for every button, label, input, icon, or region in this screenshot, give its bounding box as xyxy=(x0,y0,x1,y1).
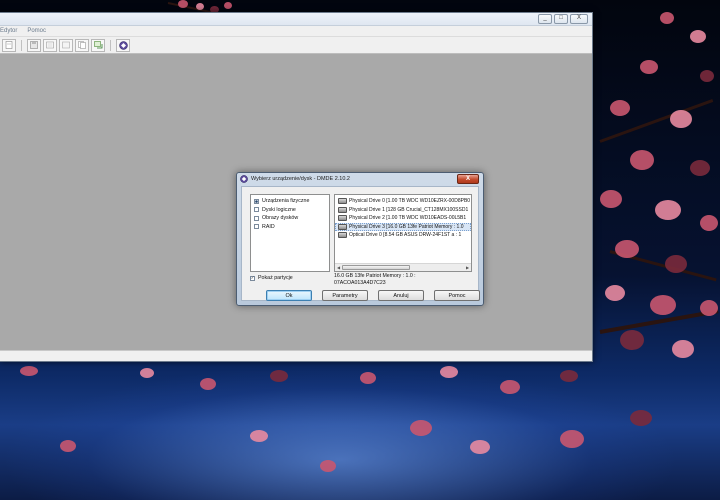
hard-drive-icon xyxy=(338,198,347,205)
drive-item-selected[interactable]: Physical Drive 3 [16.0 GB 13fe Patriot M… xyxy=(335,222,471,231)
file-icon[interactable] xyxy=(2,38,16,52)
scroll-track[interactable] xyxy=(342,265,464,270)
scroll-thumb[interactable] xyxy=(342,265,410,270)
dialog-title: Wybierz urządzenie/dysk - DMDE 2.10.2 xyxy=(251,176,350,182)
drive-label: Physical Drive 1 [128 GB Crucial_CT128MX… xyxy=(349,206,469,213)
category-logical-disks[interactable]: Dyski logiczne xyxy=(251,206,329,215)
radio-icon[interactable] xyxy=(254,215,259,221)
drive-label: Physical Drive 2 [1.00 TB WDC WD10EADS-0… xyxy=(349,215,467,222)
category-label: Dyski logiczne xyxy=(262,206,296,213)
radio-icon[interactable] xyxy=(254,207,259,213)
usb-drive-icon xyxy=(338,223,347,230)
close-window-button[interactable]: X xyxy=(570,14,588,24)
drive-label: Physical Drive 3 [16.0 GB 13fe Patriot M… xyxy=(349,223,464,230)
show-partitions-label: Pokaż partycje xyxy=(258,275,293,281)
cancel-button[interactable]: Anuluj xyxy=(378,290,424,301)
hard-drive-icon xyxy=(338,206,347,213)
toolbar-separator xyxy=(21,39,22,51)
app-titlebar: _ □ X xyxy=(0,13,592,26)
horizontal-scrollbar[interactable]: ◀ ▶ xyxy=(335,263,471,271)
menu-edytor[interactable]: Edytor xyxy=(0,28,17,34)
statusbar xyxy=(0,350,592,361)
category-label: Obrazy dysków xyxy=(262,215,299,222)
toolbar xyxy=(0,37,592,54)
help-button[interactable]: Pomoc xyxy=(434,290,480,301)
hard-drive-icon xyxy=(338,215,347,222)
selected-drive-info: 16.0 GB 13fe Patriot Memory : 1.0 : 07AC… xyxy=(334,273,474,287)
category-label: Urządzenia fizyczne xyxy=(262,198,310,205)
optical-drive-icon xyxy=(338,232,347,239)
list-icon[interactable] xyxy=(59,38,73,52)
dmde-app-icon xyxy=(240,175,248,183)
selected-drive-info-line1: 16.0 GB 13fe Patriot Memory : 1.0 : xyxy=(334,273,416,279)
selected-drive-info-line2: 07ACOA013A4D7C23 xyxy=(334,280,386,286)
refresh-icon[interactable] xyxy=(91,38,105,52)
scroll-right-icon[interactable]: ▶ xyxy=(464,265,471,271)
radio-icon[interactable] xyxy=(254,224,259,230)
select-device-dialog: Wybierz urządzenie/dysk - DMDE 2.10.2 X … xyxy=(236,172,484,306)
parameters-button[interactable]: Parametry xyxy=(322,290,368,301)
disk-icon[interactable] xyxy=(27,38,41,52)
ok-button[interactable]: Ok xyxy=(266,290,312,301)
copy-icon[interactable] xyxy=(75,38,89,52)
category-raid[interactable]: RAID xyxy=(251,223,329,232)
menubar: Edytor Pomoc xyxy=(0,26,592,37)
dialog-body: Urządzenia fizyczne Dyski logiczne Obraz… xyxy=(241,186,480,301)
drive-item[interactable]: Physical Drive 0 [1.00 TB WDC WD10EZRX-0… xyxy=(335,197,471,206)
show-partitions-checkbox[interactable]: ✓ xyxy=(250,275,255,281)
menu-pomoc[interactable]: Pomoc xyxy=(27,28,46,34)
category-physical-devices[interactable]: Urządzenia fizyczne xyxy=(251,197,329,206)
drive-label: Physical Drive 0 [1.00 TB WDC WD10EZRX-0… xyxy=(349,198,471,205)
drive-item[interactable]: Physical Drive 2 [1.00 TB WDC WD10EADS-0… xyxy=(335,214,471,223)
edit-icon[interactable] xyxy=(43,38,57,52)
minimize-button[interactable]: _ xyxy=(538,14,552,24)
drive-list: Physical Drive 0 [1.00 TB WDC WD10EZRX-0… xyxy=(334,194,472,272)
radio-icon[interactable] xyxy=(254,198,259,204)
window-controls: _ □ X xyxy=(538,14,588,24)
drive-item[interactable]: Optical Drive 0 [8.54 GB ASUS DRW-24F1ST… xyxy=(335,231,471,240)
category-label: RAID xyxy=(262,223,275,230)
scroll-left-icon[interactable]: ◀ xyxy=(335,265,342,271)
drive-item[interactable]: Physical Drive 1 [128 GB Crucial_CT128MX… xyxy=(335,206,471,215)
maximize-button[interactable]: □ xyxy=(554,14,568,24)
drive-label: Optical Drive 0 [8.54 GB ASUS DRW-24F1ST… xyxy=(349,232,462,239)
device-category-list: Urządzenia fizyczne Dyski logiczne Obraz… xyxy=(250,194,330,272)
category-disk-images[interactable]: Obrazy dysków xyxy=(251,214,329,223)
dialog-buttons: Ok Parametry Anuluj Pomoc xyxy=(266,290,480,301)
toolbar-separator xyxy=(110,39,111,51)
dmde-icon[interactable] xyxy=(116,38,130,52)
dialog-close-button[interactable]: X xyxy=(457,174,479,184)
show-partitions-option[interactable]: ✓ Pokaż partycje xyxy=(250,275,293,281)
